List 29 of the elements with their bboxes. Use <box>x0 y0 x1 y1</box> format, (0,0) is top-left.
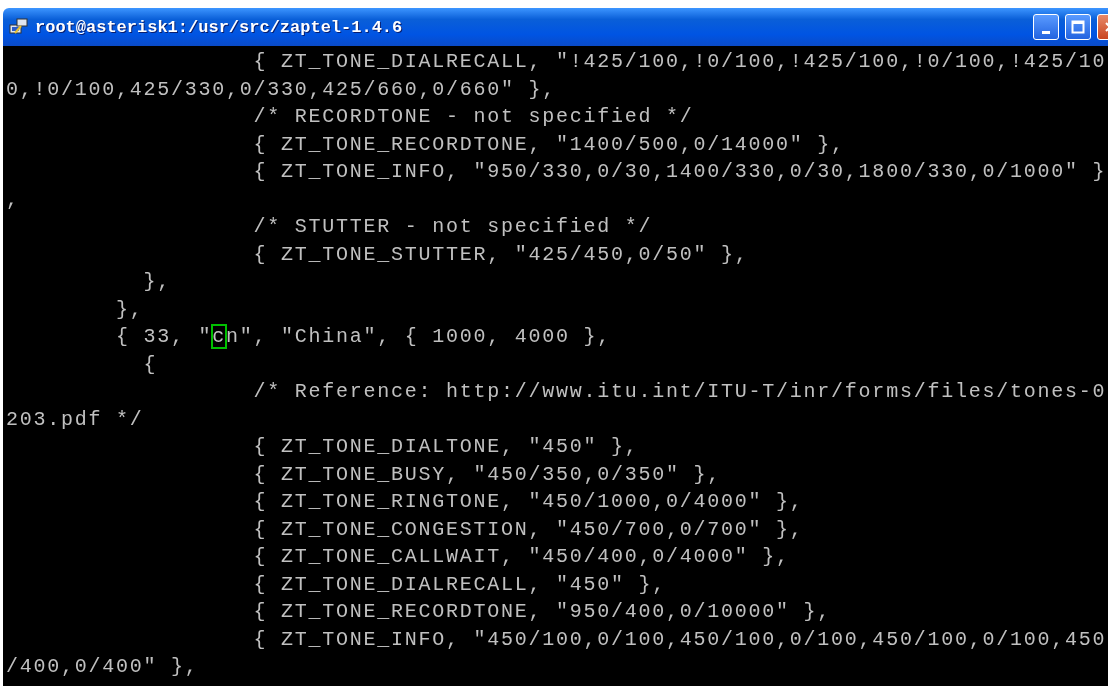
terminal-line: { ZT_TONE_DIALTONE, "450" }, <box>252 434 640 460</box>
terminal-line: { ZT_TONE_INFO, "950/330,0/30,1400/330,0/30,1800/330,0/1000" } <box>252 159 1108 185</box>
terminal-line: { ZT_TONE_BUSY, "450/350,0/350" }, <box>252 461 723 488</box>
terminal-line: { ZT_TONE_STUTTER, "425/450,0/50" }, <box>252 241 750 268</box>
terminal-line: { ZT_TONE_RINGTONE, "450/1000,0/4000" }, <box>252 489 805 515</box>
terminal-line: /400,0/400" }, <box>6 654 200 680</box>
maximize-icon <box>1071 20 1085 34</box>
terminal-line: 0,!0/100,425/330,0/330,425/660,0/660" }, <box>6 76 558 103</box>
window-title: root@asterisk1:/usr/src/zaptel-1.4.6 <box>35 17 404 37</box>
terminal-line: }, <box>115 296 145 323</box>
terminal-line: , <box>6 186 21 213</box>
terminal-line: { ZT_TONE_DIALRECALL, "!425/100,!0/100,!425/100,!0/100,!425/10 <box>252 49 1108 75</box>
terminal-line: { <box>142 351 159 378</box>
minimize-button[interactable] <box>1033 14 1059 40</box>
maximize-button[interactable] <box>1065 14 1091 40</box>
terminal-line: /* Reference: http://www.itu.int/ITU-T/inr/forms/files/tones-0 <box>252 379 1108 405</box>
terminal-line: { ZT_TONE_CALLWAIT, "450/400,0/4000" }, <box>252 544 791 570</box>
terminal-line: /* STUTTER - not specified */ <box>252 214 654 240</box>
terminal-line: { ZT_TONE_INFO, "450/100,0/100,450/100,0/100,450/100,0/100,450 <box>252 626 1108 653</box>
minimize-icon <box>1042 30 1050 34</box>
terminal-line: 203.pdf */ <box>6 406 145 433</box>
terminal-line: }, <box>142 269 173 295</box>
terminal-line: { ZT_TONE_CONGESTION, "450/700,0/700" }, <box>252 516 805 543</box>
terminal-line: { ZT_TONE_RECORDTONE, "1400/500,0/14000" }, <box>252 131 846 158</box>
computer-icon <box>9 17 29 37</box>
terminal-line: { 33, "cn", "China", { 1000, 4000 }, <box>115 324 613 350</box>
terminal-line: { ZT_TONE_DIALRECALL, "450" }, <box>252 571 668 598</box>
terminal-line: /* RECORDTONE - not specified */ <box>252 104 695 130</box>
terminal-line: { ZT_TONE_RECORDTONE, "950/400,0/10000" }, <box>252 599 833 625</box>
